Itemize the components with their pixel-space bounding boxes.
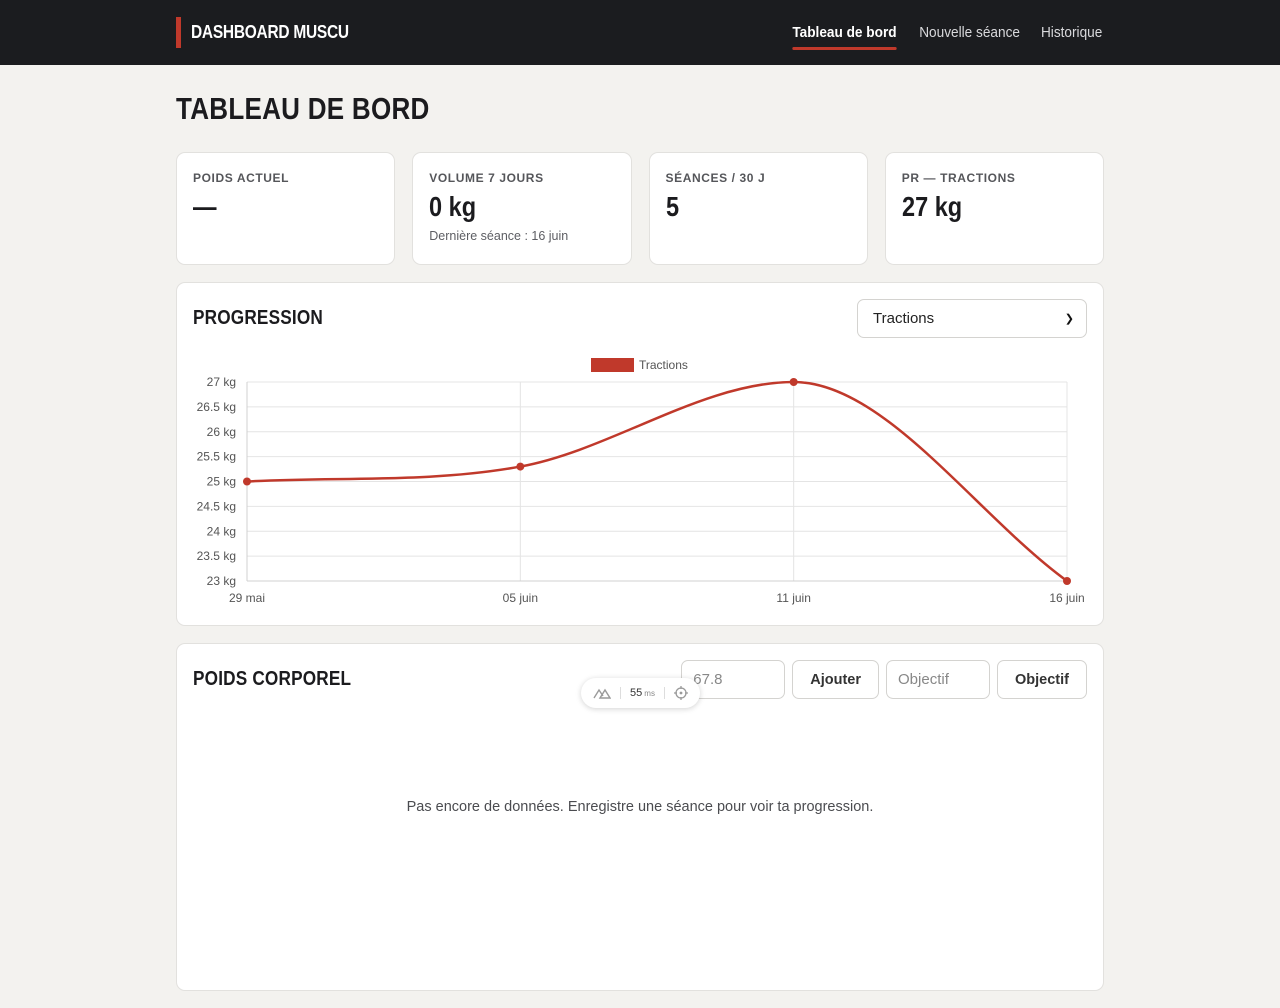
data-point [789, 378, 798, 386]
stat-label: VOLUME 7 JOURS [429, 171, 544, 185]
y-tick-label: 25.5 kg [197, 450, 236, 464]
stat-label: SÉANCES / 30 J [665, 171, 766, 185]
data-point [1063, 577, 1071, 585]
nav-tableau-de-bord[interactable]: Tableau de bord [791, 17, 896, 50]
crosshair-icon[interactable] [673, 686, 688, 700]
brand-name: DASHBOARD MUSCU [191, 22, 349, 42]
x-tick-label: 29 mai [229, 591, 265, 605]
stat-card-pr-tractions: PR — TRACTIONS 27 kg [884, 152, 1104, 265]
y-tick-label: 26.5 kg [197, 400, 236, 414]
y-tick-label: 26 kg [207, 425, 236, 439]
brand[interactable]: DASHBOARD MUSCU [176, 17, 375, 48]
main-content: TABLEAU DE BORD POIDS ACTUEL — VOLUME 7 … [176, 91, 1104, 991]
empty-state-message: Pas encore de données. Enregistre une sé… [406, 799, 874, 815]
page-title: TABLEAU DE BORD [176, 91, 430, 126]
stat-card-seances-30j: SÉANCES / 30 J 5 [648, 152, 868, 265]
data-point [243, 477, 251, 486]
body-weight-card: POIDS CORPOREL 67.8 Ajouter Objectif Obj… [176, 643, 1104, 991]
progression-chart: 27 kg 26.5 kg 26 kg 25.5 kg 25 kg 24.5 kg 24 k… [197, 358, 1085, 605]
add-weight-button[interactable]: Ajouter [792, 660, 880, 699]
legend-swatch [591, 358, 634, 372]
x-tick-label: 16 juin [1049, 591, 1084, 605]
y-tick-label: 25 kg [207, 475, 236, 489]
y-tick-label: 23 kg [207, 574, 236, 588]
stat-subtext: Dernière séance : 16 juin [429, 229, 569, 243]
top-navbar: DASHBOARD MUSCU Tableau de bord Nouvelle… [0, 0, 1280, 65]
devtools-indicator[interactable]: 55 ms [581, 678, 700, 708]
x-tick-label: 05 juin [503, 591, 538, 605]
stat-value: 27 kg [901, 191, 962, 222]
legend-label: Tractions [639, 358, 688, 372]
y-tick-label: 24.5 kg [197, 499, 236, 513]
body-weight-title: POIDS CORPOREL [193, 668, 352, 690]
stat-value: 5 [665, 191, 679, 222]
nav-historique[interactable]: Historique [1041, 17, 1102, 49]
y-tick-label: 24 kg [207, 524, 236, 538]
y-tick-label: 27 kg [207, 375, 236, 389]
progression-card: PROGRESSION Tractions ❯ 27 kg 26.5 kg 26 k… [176, 282, 1104, 626]
framework-logo-icon [593, 688, 612, 699]
main-nav: Tableau de bord Nouvelle séance Historiq… [789, 0, 1104, 65]
goal-input[interactable]: Objectif [886, 660, 991, 699]
stat-label: POIDS ACTUEL [193, 171, 290, 185]
x-tick-label: 11 juin [776, 591, 810, 605]
stat-label: PR — TRACTIONS [901, 171, 1016, 185]
data-point [516, 462, 525, 471]
render-timing: 55 ms [630, 687, 655, 699]
stat-value: 0 kg [429, 191, 477, 222]
stats-row: POIDS ACTUEL — VOLUME 7 JOURS 0 kg Derni… [176, 152, 1104, 265]
y-tick-label: 23.5 kg [197, 549, 236, 563]
stat-card-volume-7-jours: VOLUME 7 JOURS 0 kg Dernière séance : 16… [412, 152, 632, 265]
nav-nouvelle-seance[interactable]: Nouvelle séance [919, 17, 1020, 49]
body-weight-controls: 67.8 Ajouter Objectif Objectif [681, 660, 1087, 699]
brand-accent-bar [176, 17, 181, 48]
stat-card-poids-actuel: POIDS ACTUEL — [176, 152, 396, 265]
stat-value: — [193, 191, 217, 222]
set-goal-button[interactable]: Objectif [997, 660, 1087, 699]
